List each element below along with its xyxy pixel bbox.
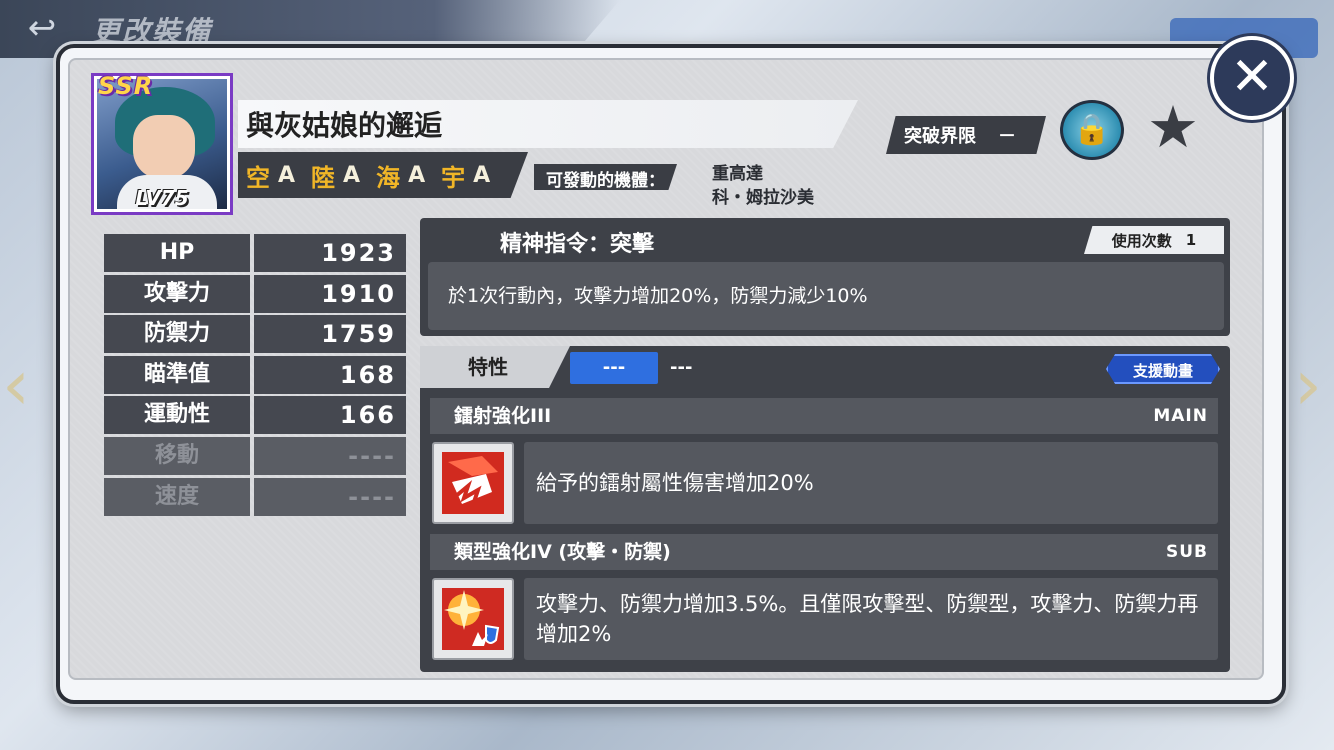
skill-description: 攻擊力、防禦力增加3.5%。且僅限攻擊型、防禦型，攻擊力、防禦力再增加2% — [524, 578, 1218, 660]
spirit-uses-badge: 使用次數 1 — [1084, 226, 1224, 254]
attack-defense-icon — [432, 578, 514, 660]
traits-panel: 特性 --- --- 支援動畫 鐳射強化III MAIN 給予的鐳射屬性傷害增加… — [420, 346, 1230, 672]
stat-row-attack: 攻擊力 1910 — [104, 274, 406, 315]
available-units-list: 重高達 科・姆拉沙美 — [712, 162, 872, 210]
available-unit: 重高達 — [712, 164, 763, 184]
terrain-space-rank: A — [473, 162, 491, 188]
support-animation-button[interactable]: 支援動畫 — [1106, 354, 1220, 384]
stat-label: 瞄準值 — [104, 355, 250, 394]
stats-table: HP 1923 攻擊力 1910 防禦力 1759 瞄準值 168 運動性 16… — [104, 234, 406, 518]
stat-row-mobility: 運動性 166 — [104, 396, 406, 436]
stat-value: 168 — [254, 355, 406, 394]
stat-row-defense: 防禦力 1759 — [104, 315, 406, 355]
terrain-ranks: 空 A 陸 A 海 A 宇 A — [246, 156, 498, 194]
terrain-land: 陸 — [311, 163, 336, 192]
stat-label: 速度 — [104, 477, 250, 516]
terrain-space: 宇 — [441, 163, 466, 192]
screen-title: 更改裝備 — [92, 15, 213, 48]
right-arrow-icon: › — [1294, 344, 1322, 426]
stat-value: ---- — [254, 477, 406, 516]
stat-row-aim: 瞄準值 168 — [104, 355, 406, 396]
spirit-uses-value: 1 — [1185, 231, 1197, 249]
spirit-command-title: 精神指令：突擊 — [500, 232, 655, 257]
spirit-command-panel: 精神指令：突擊 使用次數 1 於1次行動內，攻擊力增加20%，防禦力減少10% — [420, 218, 1230, 336]
skill-slot: MAIN — [1153, 406, 1208, 426]
breakthrough-indicator: 突破界限 － — [886, 116, 1046, 154]
laser-icon — [432, 442, 514, 524]
stat-row-speed: 速度 ---- — [104, 477, 406, 518]
skill-title-bar: 類型強化IV (攻擊・防禦) SUB — [430, 534, 1218, 570]
skill-description: 給予的鐳射屬性傷害增加20% — [524, 442, 1218, 524]
star-icon[interactable]: ★ — [1140, 94, 1206, 160]
stat-label: HP — [104, 234, 250, 272]
stat-row-move: 移動 ---- — [104, 436, 406, 477]
traits-header: 特性 — [420, 346, 570, 388]
level-badge: LV75 — [135, 186, 189, 210]
stat-label: 攻擊力 — [104, 274, 250, 313]
rarity-badge: SSR — [98, 72, 154, 100]
character-name: 與灰姑娘的邂逅 — [246, 109, 443, 142]
skill-name: 類型強化IV (攻擊・防禦) — [454, 541, 671, 563]
stat-label: 運動性 — [104, 396, 250, 435]
stat-row-hp: HP 1923 — [104, 234, 406, 274]
stat-value: 1759 — [254, 315, 406, 354]
lock-icon[interactable]: 🔒 — [1060, 100, 1124, 160]
terrain-air: 空 — [246, 163, 270, 192]
left-arrow-icon: ‹ — [2, 344, 30, 426]
portrait-face — [133, 115, 195, 179]
close-icon[interactable]: ✕ — [1210, 36, 1294, 120]
terrain-sea-rank: A — [408, 162, 426, 188]
back-arrow-icon[interactable]: ↩ — [14, 8, 70, 48]
traits-tab-1[interactable]: --- — [570, 352, 658, 384]
attack-defense-icon-graphic — [442, 588, 504, 650]
breakthrough-label: 突破界限 — [904, 126, 976, 147]
skill-name: 鐳射強化III — [454, 405, 552, 427]
spirit-uses-label: 使用次數 — [1111, 231, 1172, 250]
stat-label: 移動 — [104, 436, 250, 475]
skill-title-bar: 鐳射強化III MAIN — [430, 398, 1218, 434]
terrain-air-rank: A — [278, 162, 296, 188]
available-unit: 科・姆拉沙美 — [712, 188, 814, 208]
terrain-sea: 海 — [376, 163, 401, 192]
stat-value: 1910 — [254, 274, 406, 313]
stat-label: 防禦力 — [104, 315, 250, 354]
traits-tab-2[interactable]: --- — [670, 352, 730, 384]
stat-value: ---- — [254, 436, 406, 475]
spirit-command-description: 於1次行動內，攻擊力增加20%，防禦力減少10% — [428, 262, 1224, 330]
skill-slot: SUB — [1165, 542, 1208, 562]
terrain-land-rank: A — [343, 162, 361, 188]
breakthrough-value: － — [998, 126, 1016, 147]
stat-value: 1923 — [254, 234, 406, 272]
laser-icon-graphic — [442, 452, 504, 514]
stat-value: 166 — [254, 396, 406, 435]
available-units-label: 可發動的機體： — [534, 164, 677, 190]
